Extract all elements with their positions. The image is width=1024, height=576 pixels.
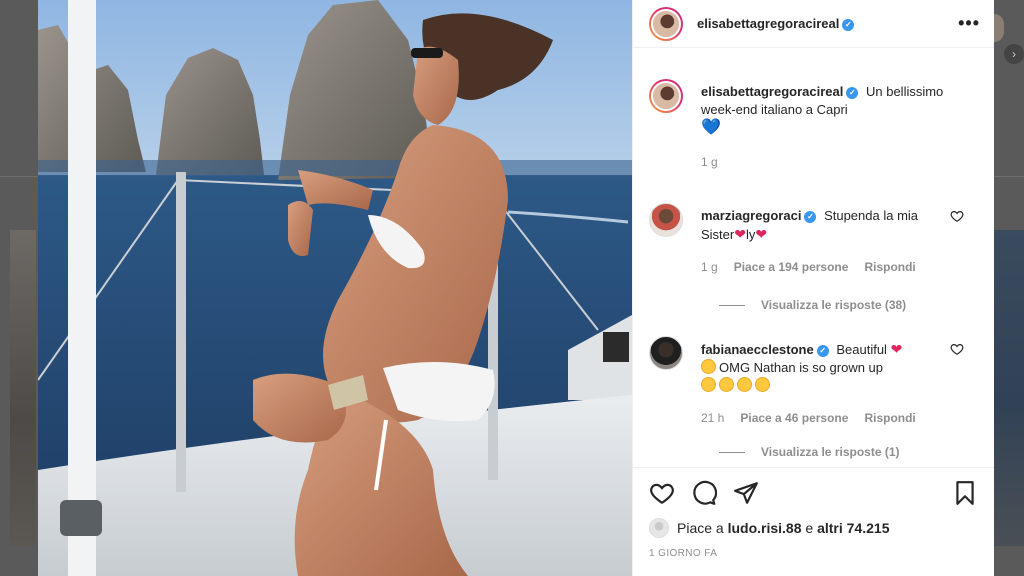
view-replies-label: Visualizza le risposte (38) [761, 298, 907, 312]
comment-likes-link[interactable]: Piace a 46 persone [740, 409, 848, 427]
comment-time: 21 h [701, 411, 725, 425]
likes-prefix: Piace a [677, 520, 724, 536]
comment-bubble-icon[interactable] [691, 480, 717, 506]
next-post-arrow-icon[interactable]: › [1004, 44, 1024, 64]
background-divider [0, 176, 38, 177]
comment-item: marziagregoraci ✓ Stupenda la mia Sister❤… [649, 203, 978, 276]
liker-avatar [649, 518, 669, 538]
more-options-icon[interactable]: ••• [958, 13, 980, 34]
post-header: elisabettagregoracireal ✓ ••• [633, 0, 994, 48]
view-replies-button[interactable]: Visualizza le risposte (1) [719, 445, 978, 459]
view-replies-button[interactable]: Visualizza le risposte (38) [719, 298, 978, 312]
post-actions: Piace a ludo.risi.88 e altri 74.215 1 GI… [633, 467, 994, 576]
author-username[interactable]: elisabettagregoracireal ✓ [697, 16, 958, 31]
post-details-panel: elisabettagregoracireal ✓ ••• elisabettag… [632, 0, 994, 576]
commenter-avatar[interactable] [649, 203, 683, 237]
share-paper-plane-icon[interactable] [733, 480, 759, 506]
author-avatar[interactable] [649, 6, 683, 41]
red-heart-emoji-icon: ❤ [734, 226, 746, 242]
replies-dash [719, 451, 745, 453]
commenter-avatar[interactable] [649, 336, 683, 370]
comment-text-line2: OMG Nathan is so grown up [719, 360, 884, 375]
caption: elisabettagregoracireal ✓ Un bellissimo w… [649, 79, 978, 171]
blue-heart-emoji-icon: 💙 [701, 119, 721, 136]
red-heart-emoji-icon: ❤ [890, 341, 903, 357]
red-heart-emoji-icon: ❤ [755, 226, 768, 242]
likes-summary: Piace a ludo.risi.88 e altri 74.215 [649, 518, 978, 538]
photo-illustration [38, 0, 632, 576]
save-bookmark-icon[interactable] [952, 480, 978, 506]
background-thumbnail [10, 230, 36, 546]
caption-time: 1 g [701, 155, 718, 169]
scream-face-emoji-icon [701, 377, 716, 392]
verified-badge-icon: ✓ [846, 87, 859, 99]
likes-others-link[interactable]: altri 74.215 [817, 520, 889, 536]
like-heart-icon[interactable] [649, 480, 675, 506]
commenter-username[interactable]: fabianaecclestone ✓ [701, 342, 829, 357]
comment-text-suffix: ly [745, 227, 756, 242]
caption-avatar[interactable] [649, 79, 683, 113]
commenter-username[interactable]: marziagregoraci ✓ [701, 208, 817, 223]
comment-likes-link[interactable]: Piace a 194 persone [734, 258, 849, 276]
verified-badge-icon: ✓ [816, 345, 829, 357]
verified-badge-icon: ✓ [842, 19, 855, 31]
like-comment-heart-icon[interactable] [950, 209, 964, 223]
background-thumbnail [994, 230, 1024, 546]
post-photo[interactable]: › [38, 0, 632, 576]
smiley-face-emoji-icon [755, 377, 770, 392]
reply-button[interactable]: Rispondi [864, 258, 915, 276]
liker-username-link[interactable]: ludo.risi.88 [728, 520, 802, 536]
heart-eyes-face-emoji-icon [701, 359, 716, 374]
caption-username[interactable]: elisabettagregoracireal ✓ [701, 84, 859, 99]
replies-dash [719, 304, 745, 306]
verified-badge-icon: ✓ [804, 211, 817, 223]
smiley-face-emoji-icon [737, 377, 752, 392]
comments-list[interactable]: elisabettagregoracireal ✓ Un bellissimo w… [633, 49, 994, 467]
view-replies-label: Visualizza le risposte (1) [761, 445, 900, 459]
reply-button[interactable]: Rispondi [864, 409, 915, 427]
likes-middle: e [805, 520, 814, 536]
post-date: 1 GIORNO FA [649, 548, 718, 559]
comment-item: fabianaecclestone ✓ Beautiful ❤ OMG Natha… [649, 336, 978, 427]
background-divider [994, 176, 1024, 177]
like-comment-heart-icon[interactable] [950, 342, 964, 356]
comment-time: 1 g [701, 260, 718, 274]
comment-text: Beautiful [836, 342, 887, 357]
smiley-face-emoji-icon [719, 377, 734, 392]
